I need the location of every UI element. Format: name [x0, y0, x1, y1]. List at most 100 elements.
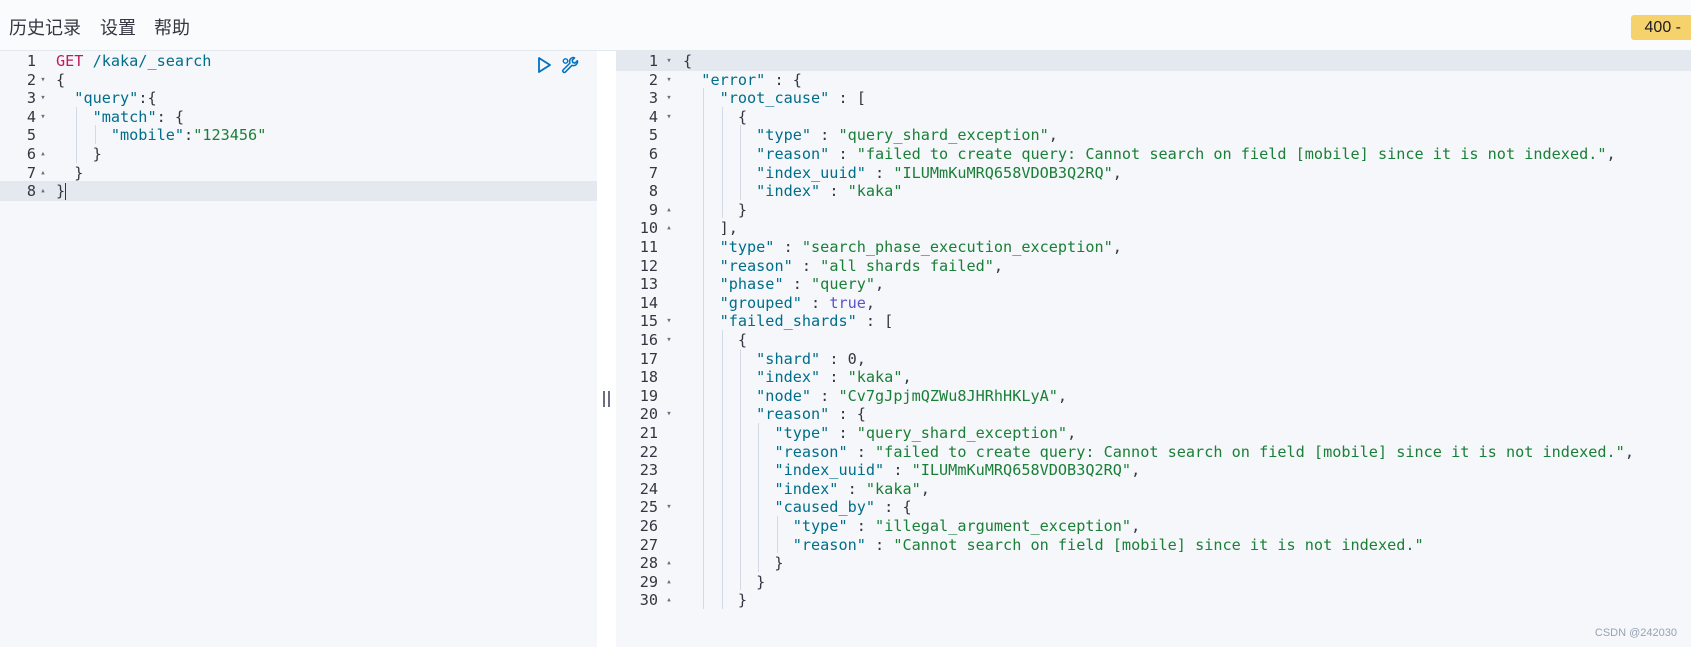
indent-guide — [739, 181, 741, 200]
code-token: "type" — [792, 517, 848, 535]
response-code: "type" : "illegal_argument_exception", — [683, 516, 1141, 536]
indent-guide — [739, 460, 741, 479]
code-token: "index_uuid" — [756, 163, 866, 182]
menu-settings[interactable]: 设置 — [100, 18, 136, 40]
code-token: { — [683, 107, 748, 126]
request-code: "match": { — [56, 107, 184, 127]
code-token: { — [683, 52, 693, 70]
fold-arrow-down-icon[interactable]: ▾ — [663, 311, 675, 331]
line-number: 1 — [648, 52, 658, 70]
response-line: 25 ▾ "caused_by" : { — [616, 497, 1691, 517]
response-line: 18 "index" : "kaka", — [616, 367, 1691, 387]
code-token: "search_phase_execution_exception" — [801, 238, 1113, 256]
fold-arrow-down-icon[interactable]: ▾ — [663, 330, 675, 350]
code-token: "type" — [774, 424, 830, 442]
code-token: "type" — [719, 238, 775, 256]
code-token: "ILUMmKuMRQ658VDOB3Q2RQ" — [911, 461, 1132, 480]
line-number: 6 — [26, 145, 36, 163]
fold-arrow-up-icon[interactable]: ▴ — [663, 572, 675, 592]
code-token: "index_uuid" — [774, 461, 885, 480]
code-token: : { — [829, 405, 866, 424]
fold-arrow-down-icon[interactable]: ▾ — [37, 107, 49, 127]
response-code: "index_uuid" : "ILUMmKuMRQ658VDOB3Q2RQ", — [683, 460, 1140, 480]
fold-arrow-down-icon[interactable]: ▾ — [663, 51, 675, 71]
response-code: ], — [683, 218, 738, 238]
code-token: "index" — [756, 368, 821, 387]
indent-guide — [721, 367, 723, 386]
code-token: /kaka/_search — [83, 52, 212, 70]
code-token: :{ — [138, 89, 157, 108]
indent-guide — [758, 478, 760, 498]
indent-guide — [703, 348, 705, 368]
fold-arrow-down-icon[interactable]: ▾ — [663, 88, 675, 108]
request-line: 1 GET /kaka/_search — [0, 51, 597, 71]
request-code: "mobile":"123456" — [56, 125, 266, 145]
fold-arrow-down-icon[interactable]: ▾ — [663, 107, 675, 127]
request-code: "query":{ — [56, 88, 157, 108]
code-token: "Cannot search on field [mobile] since i… — [893, 535, 1424, 554]
fold-arrow-down-icon[interactable]: ▾ — [37, 88, 49, 108]
indent-guide — [739, 534, 741, 554]
line-number: 24 — [639, 479, 658, 498]
send-request-button[interactable] — [535, 56, 553, 74]
code-token: "query_shard_exception" — [856, 424, 1068, 442]
code-token: : { — [875, 498, 912, 517]
line-number: 29 — [639, 572, 658, 591]
fold-arrow-down-icon[interactable]: ▾ — [663, 497, 675, 517]
fold-arrow-up-icon[interactable]: ▴ — [663, 200, 675, 220]
line-number: 8 — [26, 182, 36, 201]
fold-arrow-up-icon[interactable]: ▴ — [37, 181, 49, 201]
wrench-icon[interactable] — [560, 55, 580, 75]
response-viewer[interactable]: 1 ▾{2 ▾ "error" : {3 ▾ "root_cause" : [4 ▾ {… — [616, 51, 1691, 647]
fold-arrow-up-icon[interactable]: ▴ — [37, 163, 49, 183]
indent-guide — [721, 404, 723, 423]
fold-arrow-up-icon[interactable]: ▴ — [37, 144, 49, 164]
indent-guide — [703, 478, 705, 498]
indent-guide — [703, 274, 705, 293]
response-line: 24 "index" : "kaka", — [616, 479, 1691, 499]
code-token: "kaka" — [847, 368, 903, 387]
pane-divider[interactable] — [597, 51, 616, 647]
indent-guide — [703, 571, 705, 591]
response-code: "reason" : "failed to create query: Cann… — [683, 442, 1634, 462]
line-number: 11 — [639, 238, 658, 256]
fold-arrow-down-icon[interactable]: ▾ — [663, 404, 675, 424]
code-token: "failed to create query: Cannot search o… — [856, 145, 1607, 163]
response-code: "shard" : 0, — [683, 349, 866, 369]
menu-history[interactable]: 历史记录 — [9, 18, 81, 40]
code-token: "query" — [74, 89, 139, 108]
code-token: "kaka" — [865, 479, 921, 498]
fold-arrow-up-icon[interactable]: ▴ — [663, 590, 675, 610]
indent-guide — [721, 553, 723, 572]
text-cursor — [65, 183, 67, 201]
resize-handle-icon[interactable] — [603, 391, 610, 407]
indent-guide — [703, 404, 705, 423]
response-code: { — [683, 107, 747, 127]
request-editor[interactable]: 1 GET /kaka/_search 2 ▾{3 ▾ "query":{4 ▾ "mat… — [0, 51, 597, 647]
code-token: } — [56, 163, 84, 182]
fold-arrow-down-icon[interactable]: ▾ — [663, 70, 675, 90]
indent-guide — [739, 348, 741, 368]
fold-arrow-up-icon[interactable]: ▴ — [663, 218, 675, 238]
response-code: "reason" : "failed to create query: Cann… — [683, 144, 1616, 164]
fold-arrow-up-icon[interactable]: ▴ — [663, 553, 675, 573]
fold-arrow-down-icon[interactable]: ▾ — [37, 70, 49, 90]
response-code: } — [683, 553, 783, 573]
code-token: "node" — [756, 386, 812, 405]
line-number: 23 — [639, 461, 658, 480]
response-line: 20 ▾ "reason" : { — [616, 404, 1691, 424]
code-token: "query" — [811, 275, 876, 294]
code-token: : — [865, 535, 894, 554]
line-number: 17 — [639, 349, 658, 368]
indent-guide — [758, 423, 760, 442]
indent-guide — [703, 106, 705, 126]
code-token: } — [683, 200, 748, 219]
menu-help[interactable]: 帮助 — [154, 18, 190, 40]
code-token: : — [792, 256, 821, 275]
response-code: } — [683, 590, 747, 610]
code-token: , — [993, 256, 1004, 275]
indent-guide — [703, 218, 705, 237]
